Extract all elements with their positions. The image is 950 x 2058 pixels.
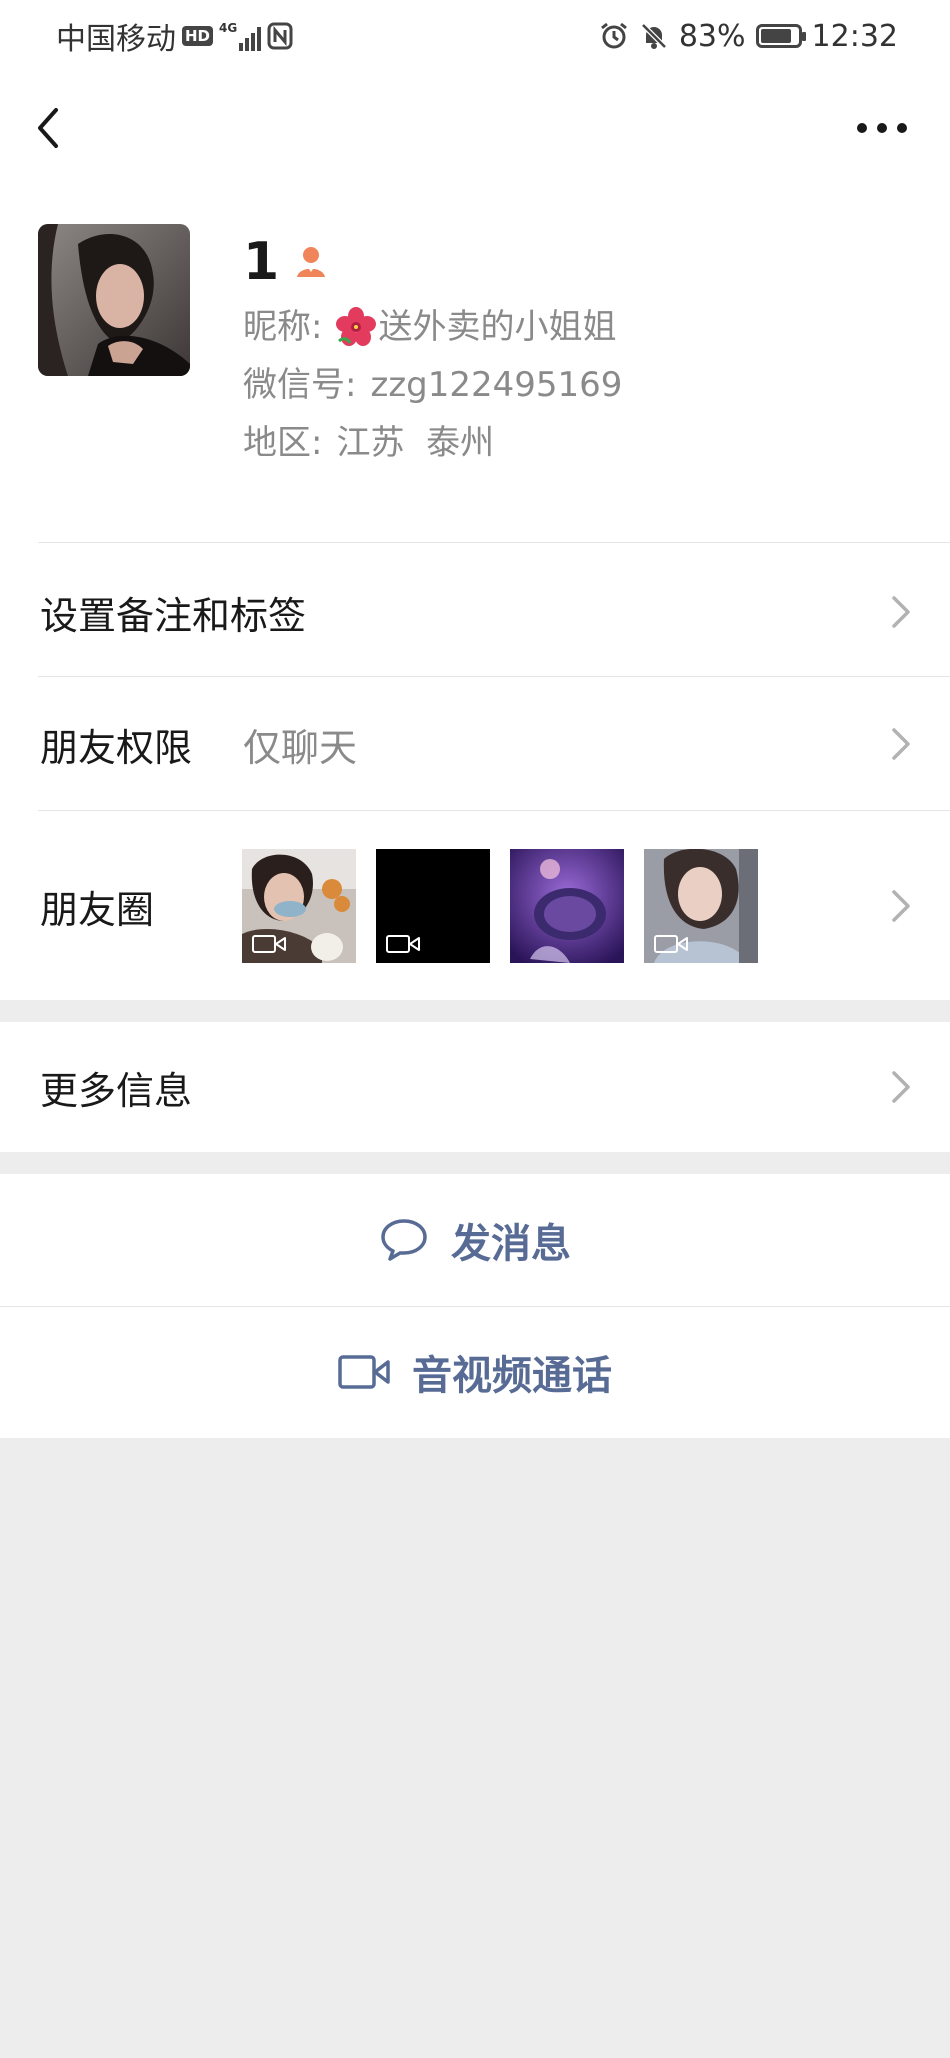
chat-bubble-icon xyxy=(381,1219,427,1261)
chevron-right-icon xyxy=(892,890,910,922)
nfc-icon xyxy=(267,22,293,50)
chevron-right-icon xyxy=(892,728,910,760)
moment-thumbnail[interactable] xyxy=(376,849,490,963)
send-message-button[interactable]: 发消息 xyxy=(0,1174,950,1306)
region-value: 江苏 泰州 xyxy=(336,423,495,463)
wechat-id-line: 微信号: zzg122495169 xyxy=(243,356,622,414)
wechat-id-value: zzg122495169 xyxy=(370,365,623,405)
more-info-label: 更多信息 xyxy=(40,1068,193,1113)
more-info-row[interactable]: 更多信息 xyxy=(0,1022,950,1152)
status-bar: 中国移动 HD 4G 83% 12:32 xyxy=(0,0,950,72)
friend-permission-value: 仅聊天 xyxy=(243,725,358,770)
send-message-label: 发消息 xyxy=(451,1221,571,1267)
moment-photo xyxy=(510,849,624,963)
divider xyxy=(38,676,950,677)
video-icon xyxy=(386,935,420,953)
video-call-label: 音视频通话 xyxy=(412,1353,612,1399)
region-label: 地区: xyxy=(243,423,323,463)
battery-icon xyxy=(755,24,806,48)
profile-info: 1 昵称: 送外卖的小姐姐 微信号: zzg122495169 地区: 江苏 泰… xyxy=(243,226,622,472)
display-name-row: 1 xyxy=(243,226,622,298)
chevron-right-icon xyxy=(892,1071,910,1103)
battery-percent: 83% xyxy=(678,18,746,54)
avatar[interactable] xyxy=(38,224,190,376)
moment-thumbnail[interactable] xyxy=(644,849,758,963)
remark-tags-row[interactable]: 设置备注和标签 xyxy=(0,546,950,678)
video-icon xyxy=(654,935,688,953)
moment-thumbnail[interactable] xyxy=(242,849,356,963)
moment-thumbnail[interactable] xyxy=(510,849,624,963)
divider xyxy=(38,542,950,543)
more-options-icon[interactable] xyxy=(854,112,910,144)
network-type: 4G xyxy=(219,21,238,35)
moments-row[interactable]: 朋友圈 xyxy=(0,812,950,1000)
battery-level-fill xyxy=(760,29,791,43)
nickname-value: 送外卖的小姐姐 xyxy=(378,307,617,347)
hibiscus-emoji-icon xyxy=(336,307,377,346)
moments-label: 朋友圈 xyxy=(40,887,155,932)
battery-cap xyxy=(801,32,806,41)
alarm-icon xyxy=(600,22,627,49)
mute-bell-icon xyxy=(641,23,667,49)
friend-permission-row[interactable]: 朋友权限 仅聊天 xyxy=(0,678,950,810)
video-icon xyxy=(252,935,286,953)
signal-icon: 4G xyxy=(219,21,262,51)
friend-permission-label: 朋友权限 xyxy=(40,725,193,770)
wechat-id-label: 微信号: xyxy=(243,365,357,405)
carrier-name: 中国移动 xyxy=(56,22,176,57)
divider xyxy=(38,810,950,811)
chevron-right-icon xyxy=(892,596,910,628)
display-name: 1 xyxy=(243,232,280,292)
avatar-image xyxy=(38,224,190,376)
video-call-button[interactable]: 音视频通话 xyxy=(0,1306,950,1438)
region-line: 地区: 江苏 泰州 xyxy=(243,414,622,472)
status-left: 中国移动 HD 4G xyxy=(56,16,293,57)
moments-thumbnails xyxy=(242,849,758,963)
status-right: 83% 12:32 xyxy=(599,16,898,56)
clock-time: 12:32 xyxy=(811,18,898,54)
nickname-label: 昵称: xyxy=(243,307,323,347)
nickname-line: 昵称: 送外卖的小姐姐 xyxy=(243,298,622,356)
video-camera-icon xyxy=(338,1355,390,1389)
remark-tags-label: 设置备注和标签 xyxy=(40,593,307,638)
hd-badge: HD xyxy=(182,26,214,46)
female-gender-icon xyxy=(297,247,326,277)
back-icon[interactable] xyxy=(30,100,70,156)
